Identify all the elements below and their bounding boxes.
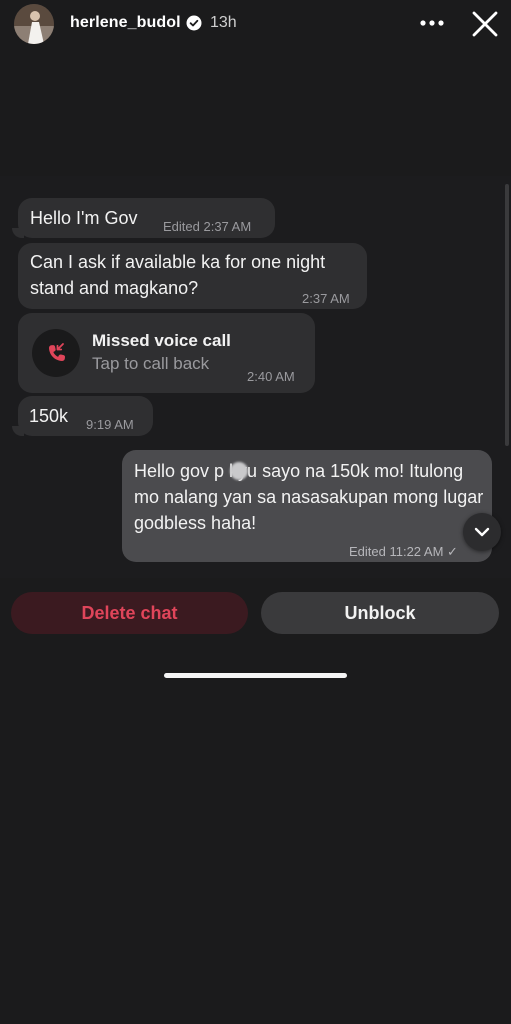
message-text: Hello I'm Gov bbox=[30, 208, 138, 228]
message-text: Hello gov p kyu sayo na 150k mo! Itulong… bbox=[134, 461, 484, 533]
delete-chat-button[interactable]: Delete chat bbox=[11, 592, 248, 634]
avatar[interactable] bbox=[14, 4, 54, 44]
chat-scrollbar[interactable] bbox=[505, 184, 509, 446]
message-meta: 9:19 AM bbox=[86, 417, 134, 432]
missed-call-bubble[interactable]: Missed voice call Tap to call back 2:40 … bbox=[18, 313, 315, 393]
chat-actions: Delete chat Unblock bbox=[0, 578, 511, 648]
post-time: 13h bbox=[210, 14, 237, 31]
close-icon[interactable] bbox=[469, 8, 501, 40]
call-back-link[interactable]: Tap to call back bbox=[92, 351, 209, 377]
verified-badge-icon bbox=[186, 15, 202, 31]
message-meta: Edited 11:22 AM ✓ bbox=[349, 544, 458, 559]
chat-thread[interactable]: Hello I'm Gov Edited 2:37 AM Can I ask i… bbox=[0, 176, 511, 578]
message-text: 150k bbox=[29, 406, 69, 426]
message-bubble-incoming[interactable]: Hello I'm Gov Edited 2:37 AM bbox=[12, 198, 275, 238]
message-bubble-outgoing[interactable]: Hello gov p kyu sayo na 150k mo! Itulong… bbox=[122, 450, 492, 562]
scroll-down-button[interactable] bbox=[463, 513, 501, 551]
story-header: herlene_budol 13h bbox=[0, 0, 511, 50]
home-indicator[interactable] bbox=[164, 673, 347, 678]
message-bubble-incoming[interactable]: 150k 9:19 AM bbox=[12, 396, 153, 436]
username[interactable]: herlene_budol bbox=[70, 14, 181, 32]
message-bubble-incoming[interactable]: Can I ask if available ka for one night … bbox=[18, 243, 367, 309]
more-horizontal-icon[interactable] bbox=[418, 10, 446, 36]
chevron-down-icon bbox=[474, 527, 490, 537]
message-meta: 2:40 AM bbox=[247, 369, 295, 384]
story-screen: herlene_budol 13h Hello I'm Gov Edited 2… bbox=[0, 0, 511, 1024]
censor-blur bbox=[230, 462, 248, 480]
missed-call-icon bbox=[32, 329, 80, 377]
message-meta: Edited 2:37 AM bbox=[163, 219, 252, 234]
message-meta: 2:37 AM bbox=[302, 291, 350, 306]
unblock-button[interactable]: Unblock bbox=[261, 592, 499, 634]
